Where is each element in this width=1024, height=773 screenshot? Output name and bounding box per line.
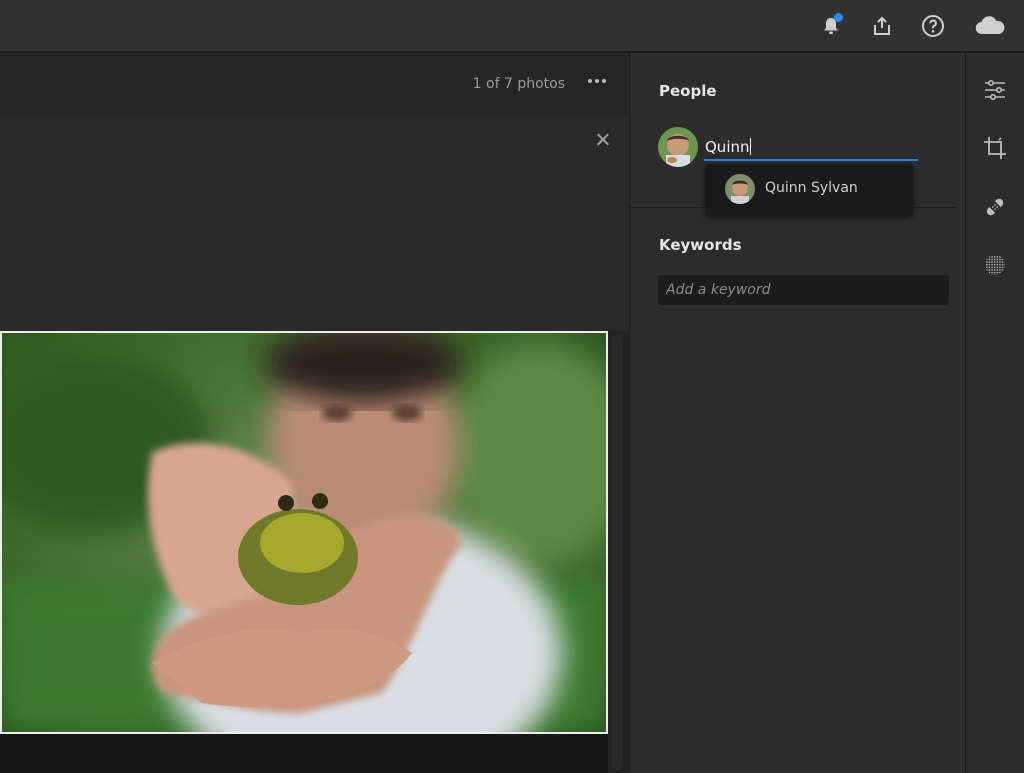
text-caret	[749, 138, 751, 155]
help-icon[interactable]	[919, 12, 947, 40]
people-title: People	[659, 82, 717, 100]
photo-bottom-bar	[0, 734, 608, 773]
close-icon[interactable]	[594, 131, 612, 149]
keyword-input[interactable]	[658, 275, 949, 305]
person-suggestion[interactable]: Quinn Sylvan	[705, 164, 913, 216]
photo-header: 1 of 7 photos	[0, 53, 629, 115]
person-name-input[interactable]: Quinn	[704, 135, 918, 161]
crop-icon[interactable]	[980, 133, 1010, 163]
tool-strip	[965, 53, 1024, 773]
info-panel: People Quinn Quinn Sylvan Keywords	[629, 53, 965, 773]
photo-thumbnail[interactable]	[0, 331, 608, 734]
masking-icon[interactable]	[980, 250, 1010, 280]
scrollbar-thumb[interactable]	[612, 335, 622, 770]
cloud-icon[interactable]	[972, 12, 1008, 40]
edit-sliders-icon[interactable]	[980, 75, 1010, 105]
healing-icon[interactable]	[980, 192, 1010, 222]
bell-icon[interactable]	[817, 12, 845, 40]
avatar[interactable]	[658, 127, 698, 167]
app-window: 1 of 7 photos People Quinn Quinn Sylvan …	[0, 0, 1024, 773]
suggestion-avatar	[725, 174, 755, 204]
panel-divider	[630, 207, 956, 208]
keywords-title: Keywords	[659, 236, 742, 254]
ellipsis-icon[interactable]	[585, 69, 609, 93]
photo-count: 1 of 7 photos	[472, 76, 565, 92]
top-bar	[0, 0, 1024, 52]
notification-dot	[834, 13, 843, 22]
suggestion-name: Quinn Sylvan	[765, 180, 858, 196]
share-icon[interactable]	[868, 12, 896, 40]
photo-image	[2, 333, 606, 732]
